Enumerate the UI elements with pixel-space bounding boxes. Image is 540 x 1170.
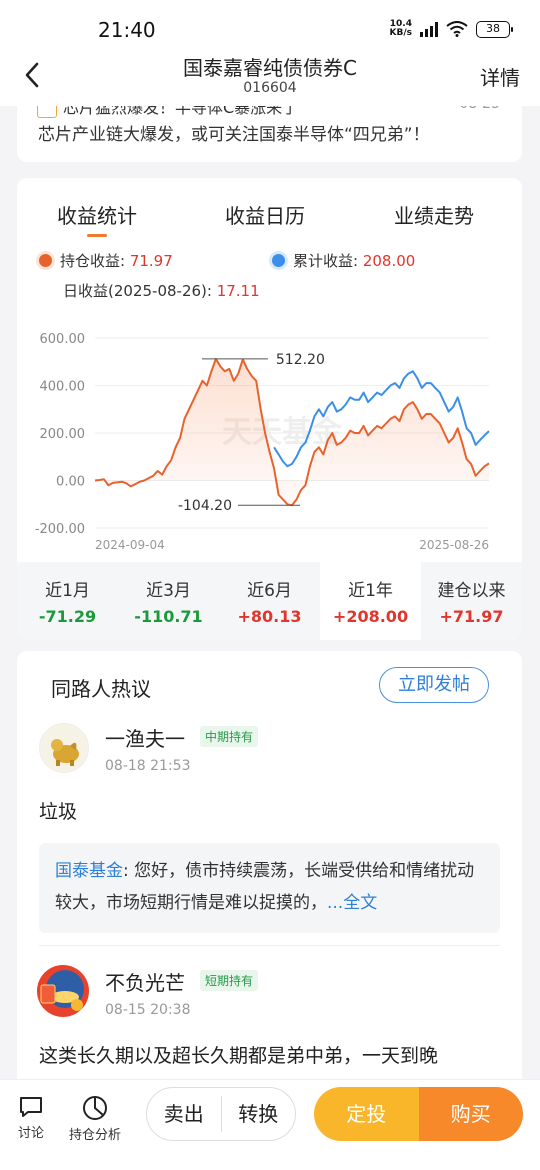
period-value: +71.97	[439, 607, 504, 626]
detail-link[interactable]: 详情	[480, 62, 520, 91]
post-time: 08-15 20:38	[105, 1002, 191, 1018]
buy-button[interactable]: 购买	[418, 1087, 523, 1141]
pie-chart-icon	[83, 1096, 107, 1120]
fixed-invest-button[interactable]: 定投	[314, 1087, 419, 1141]
period-item[interactable]: 近6月 +80.13	[219, 562, 320, 640]
bottom-action-bar: 讨论 持仓分析 卖出 转换 定投 购买	[0, 1079, 540, 1170]
golden-horse-icon	[51, 739, 79, 766]
signal-icon	[420, 21, 438, 37]
reply-more-link[interactable]: ...全文	[327, 893, 377, 913]
earnings-card: 收益统计 收益日历 业绩走势 持仓收益: 71.97 累计收益: 208.00 …	[17, 178, 522, 640]
earnings-tabs: 收益统计 收益日历 业绩走势	[17, 200, 522, 240]
wifi-icon	[446, 21, 468, 37]
status-icons: 10.4 KB/s 38	[389, 19, 513, 38]
y-tick-label: 600.00	[40, 332, 86, 347]
period-item[interactable]: 建仓以来 +71.97	[421, 562, 522, 640]
period-value: +208.00	[332, 607, 409, 626]
sell-convert-group: 卖出 转换	[146, 1087, 296, 1141]
discuss-button[interactable]: 讨论	[14, 1094, 48, 1141]
daily-earnings: 日收益(2025-08-26): 17.11	[63, 282, 260, 300]
legend-holding-dot	[39, 254, 52, 267]
y-tick-label: 0.00	[56, 475, 85, 490]
period-label: 近6月	[247, 581, 292, 601]
sell-button[interactable]: 卖出	[147, 1088, 221, 1140]
holding-analysis-button[interactable]: 持仓分析	[66, 1094, 124, 1143]
min-label: -104.20	[178, 498, 232, 514]
post-content[interactable]: 垃圾	[39, 797, 77, 824]
convert-button[interactable]: 转换	[222, 1088, 296, 1140]
new-year-avatar-icon	[37, 965, 89, 1017]
period-value: -71.29	[38, 607, 97, 626]
post-username[interactable]: 不负光芒	[105, 967, 185, 996]
period-item[interactable]: 近3月 -110.71	[118, 562, 219, 640]
status-time: 21:40	[98, 18, 156, 42]
period-item[interactable]: 近1年 +208.00	[320, 562, 421, 640]
holding-tag: 短期持有	[200, 970, 259, 991]
fund-code: 016604	[243, 80, 297, 96]
tab-earnings-calendar[interactable]: 收益日历	[225, 200, 305, 229]
tab-performance-trend[interactable]: 业绩走势	[394, 200, 474, 229]
fund-name: 国泰嘉睿纯债债券C	[183, 56, 357, 80]
news-icon	[37, 106, 57, 118]
legend-cumulative: 累计收益: 208.00	[272, 250, 415, 271]
tab-earnings-stats[interactable]: 收益统计	[57, 200, 137, 237]
legend-cumulative-dot	[272, 254, 285, 267]
news-card[interactable]: 芯片猛烈爆发！半导体C暴涨来了 08-25 芯片产业链大爆发，或可关注国泰半导体…	[17, 106, 522, 162]
period-item[interactable]: 近1月 -71.29	[17, 562, 118, 640]
avatar[interactable]	[39, 723, 89, 773]
chat-bubble-icon	[20, 1097, 42, 1117]
post-username[interactable]: 一渔夫一	[105, 723, 185, 752]
fund-detail-page: 21:40 10.4 KB/s 38 国泰嘉睿纯债债券C 016604 详情 芯…	[0, 0, 540, 1170]
period-value: +80.13	[237, 607, 302, 626]
post-content[interactable]: 这类长久期以及超长久期都是弟中弟，一天到晚	[39, 1041, 438, 1068]
top-nav: 国泰嘉睿纯债债券C 016604 详情	[0, 44, 540, 106]
max-label: 512.20	[276, 352, 325, 368]
x-tick-label: 2024-09-04	[95, 538, 165, 552]
period-label: 近3月	[146, 581, 191, 601]
period-label: 近1年	[348, 581, 393, 601]
x-tick-label: 2025-08-26	[419, 538, 489, 552]
earnings-chart[interactable]: 600.00400.00200.000.00-200.00天天基金512.20-…	[17, 318, 522, 558]
avatar[interactable]	[35, 963, 91, 1019]
y-tick-label: 400.00	[40, 380, 86, 395]
y-tick-label: -200.00	[35, 522, 85, 537]
post-time: 08-18 21:53	[105, 758, 191, 774]
period-value: -110.71	[134, 607, 203, 626]
news-partial-date: 08-25	[459, 106, 500, 112]
period-selector: 近1月 -71.29 近3月 -110.71 近6月 +80.13 近1年 +208.00 建仓…	[17, 562, 522, 640]
reply-author[interactable]: 国泰基金	[55, 861, 123, 881]
news-partial-title: 芯片猛烈爆发！半导体C暴涨来了	[37, 106, 298, 118]
y-tick-label: 200.00	[40, 427, 86, 442]
discussion-title: 同路人热议	[51, 677, 151, 701]
holding-tag: 中期持有	[200, 726, 259, 747]
net-speed: 10.4 KB/s	[389, 19, 412, 38]
post-button[interactable]: 立即发帖	[379, 667, 489, 703]
post-divider	[39, 945, 500, 946]
official-reply[interactable]: 国泰基金: 您好，债市持续震荡，长端受供给和情绪扰动较大，市场短期行情是难以捉摸…	[39, 843, 500, 933]
period-label: 近1月	[45, 581, 90, 601]
news-text: 芯片产业链大爆发，或可关注国泰半导体“四兄弟”！	[38, 125, 430, 145]
legend-holding: 持仓收益: 71.97	[39, 250, 173, 271]
battery-icon: 38	[476, 20, 513, 38]
period-label: 建仓以来	[437, 581, 506, 601]
invest-buy-group: 定投 购买	[314, 1087, 523, 1141]
